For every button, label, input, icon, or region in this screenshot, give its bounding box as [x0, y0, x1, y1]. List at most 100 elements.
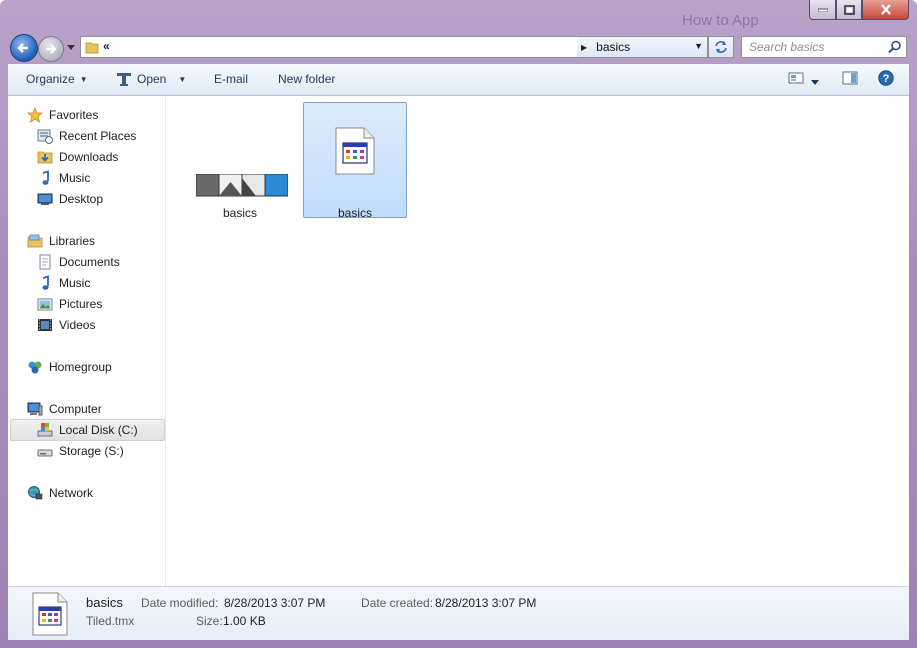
navigation-pane[interactable]: Favorites Recent Places Downloads Music … — [8, 96, 166, 586]
close-button[interactable] — [862, 0, 909, 20]
downloads-folder-icon — [37, 151, 53, 164]
chevron-down-icon: ▼ — [79, 74, 88, 84]
music-note-icon — [42, 275, 49, 290]
sidebar-favorites[interactable]: Favorites — [27, 105, 98, 125]
preview-pane-button[interactable] — [842, 70, 858, 89]
sidebar-item-downloads[interactable]: Downloads — [37, 147, 118, 167]
sidebar-item-videos[interactable]: Videos — [37, 315, 95, 335]
sidebar-item-label: Music — [59, 276, 91, 290]
videos-icon — [38, 319, 52, 331]
change-view-button[interactable] — [788, 70, 804, 89]
back-button[interactable] — [10, 34, 38, 62]
sidebar-item-label: Pictures — [59, 297, 103, 311]
open-program-icon — [117, 73, 131, 86]
date-created-value: 8/28/2013 3:07 PM — [435, 596, 537, 610]
search-placeholder: Search basics — [749, 40, 825, 54]
chevron-down-icon — [67, 44, 75, 50]
address-history-dropdown[interactable]: ▼ — [694, 41, 703, 51]
background-window-title: How to App — [682, 12, 759, 29]
sidebar-network[interactable]: Network — [27, 483, 93, 503]
maximize-button[interactable] — [836, 0, 862, 20]
navigation-bar: « ▶ basics ▼ Search basics — [0, 32, 917, 62]
open-label: Open — [137, 72, 167, 86]
sidebar-network-label: Network — [49, 486, 94, 500]
documents-icon — [39, 254, 51, 270]
search-input[interactable]: Search basics — [741, 36, 907, 58]
close-icon — [880, 4, 891, 15]
pictures-icon — [37, 298, 53, 311]
address-overflow-chevron[interactable]: « — [103, 39, 110, 53]
date-modified-value: 8/28/2013 3:07 PM — [224, 596, 326, 610]
sidebar-item-label: Downloads — [59, 150, 119, 164]
address-bar[interactable]: « ▶ basics ▼ — [80, 36, 708, 58]
sidebar-item-storage-s[interactable]: Storage (S:) — [37, 441, 124, 461]
minimize-icon — [817, 8, 828, 12]
sidebar-computer[interactable]: Computer — [27, 399, 102, 419]
folder-icon — [85, 42, 99, 54]
minimize-button[interactable] — [809, 0, 836, 20]
recent-places-icon — [37, 129, 53, 144]
file-item-basics-tmx[interactable]: basics — [303, 102, 407, 220]
help-button[interactable]: ? — [878, 70, 894, 89]
sidebar-libraries-label: Libraries — [49, 234, 96, 248]
sidebar-item-label: Recent Places — [59, 129, 137, 143]
email-button[interactable]: E-mail — [214, 72, 248, 86]
network-icon — [28, 486, 43, 500]
new-folder-button[interactable]: New folder — [278, 72, 335, 86]
sidebar-item-label: Videos — [59, 318, 96, 332]
open-button[interactable]: Open ▼ — [116, 72, 186, 86]
local-disk-icon — [37, 423, 53, 437]
music-note-icon — [42, 170, 49, 185]
sidebar-item-music-favorite[interactable]: Music — [37, 168, 90, 188]
sidebar-item-desktop[interactable]: Desktop — [37, 189, 103, 209]
details-file-type: Tiled.tmx — [86, 614, 135, 628]
size-value: 1.00 KB — [223, 614, 266, 628]
sidebar-favorites-label: Favorites — [49, 108, 99, 122]
maximize-icon — [843, 4, 855, 15]
sidebar-item-label: Desktop — [59, 192, 104, 206]
breadcrumb-arrow-icon[interactable]: ▶ — [581, 43, 587, 52]
refresh-button[interactable] — [708, 36, 734, 58]
file-list[interactable]: basics basics — [166, 96, 909, 586]
file-name: basics — [337, 206, 372, 220]
explorer-window: How to App « ▶ basics ▼ Search basics Or… — [0, 0, 917, 648]
libraries-icon — [27, 234, 43, 248]
file-item-basics-image[interactable]: basics — [188, 102, 292, 220]
tmx-file-icon — [32, 592, 68, 636]
sidebar-libraries[interactable]: Libraries — [27, 231, 95, 251]
email-label: E-mail — [214, 72, 249, 86]
breadcrumb[interactable]: ▶ basics ▼ — [577, 37, 707, 57]
refresh-icon — [715, 41, 727, 53]
view-options-icon — [788, 72, 804, 84]
details-file-name: basics — [86, 595, 123, 610]
recent-locations-button[interactable] — [66, 42, 76, 52]
title-bar[interactable]: How to App — [0, 0, 917, 30]
sidebar-item-pictures[interactable]: Pictures — [37, 294, 102, 314]
sidebar-homegroup[interactable]: Homegroup — [27, 357, 112, 377]
storage-drive-icon — [37, 449, 53, 457]
sidebar-item-music-library[interactable]: Music — [37, 273, 90, 293]
back-arrow-icon — [17, 43, 28, 53]
sidebar-item-documents[interactable]: Documents — [37, 252, 120, 272]
sidebar-item-recent-places[interactable]: Recent Places — [37, 126, 136, 146]
sidebar-item-local-disk-c[interactable]: Local Disk (C:) — [37, 420, 138, 440]
file-name: basics — [222, 206, 257, 220]
sidebar-computer-label: Computer — [49, 402, 102, 416]
breadcrumb-item-basics[interactable]: basics — [596, 40, 630, 54]
star-icon — [27, 107, 43, 123]
search-icon[interactable] — [888, 40, 902, 54]
view-dropdown-button[interactable] — [811, 74, 819, 88]
date-modified-label: Date modified: — [141, 596, 219, 610]
chevron-down-icon: ▼ — [178, 74, 187, 84]
forward-button[interactable] — [38, 36, 64, 62]
organize-button[interactable]: Organize ▼ — [26, 72, 88, 86]
svg-text:?: ? — [883, 73, 890, 85]
organize-label: Organize — [26, 72, 75, 86]
desktop-icon — [37, 193, 53, 205]
caption-buttons — [809, 0, 909, 20]
date-created-label: Date created: — [361, 596, 434, 610]
sidebar-item-label: Documents — [59, 255, 120, 269]
sidebar-homegroup-label: Homegroup — [49, 360, 112, 374]
size-label: Size: — [196, 614, 223, 628]
tmx-file-icon — [335, 127, 375, 175]
